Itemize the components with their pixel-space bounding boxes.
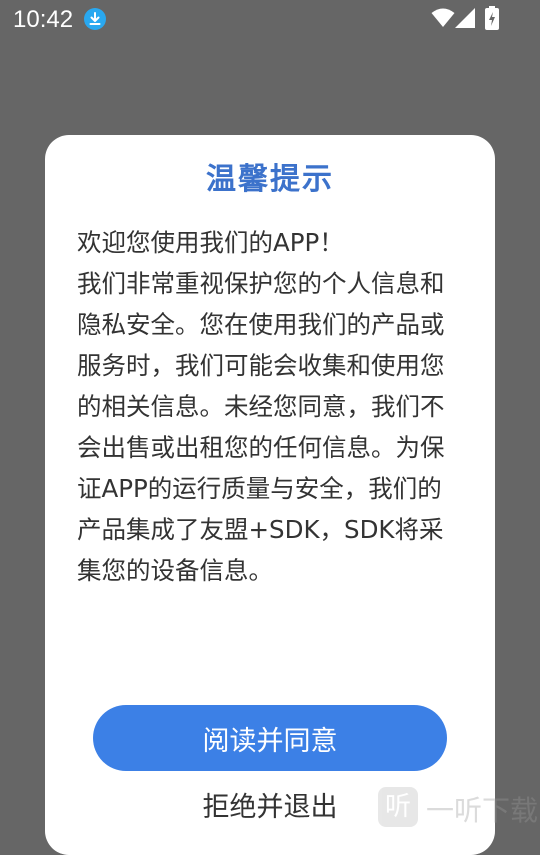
battery-icon — [485, 6, 499, 30]
agree-button[interactable]: 阅读并同意 — [93, 705, 447, 771]
wifi-icon — [431, 8, 455, 27]
download-icon — [84, 8, 106, 30]
watermark-logo-icon: 听 — [378, 787, 418, 827]
dialog-body-text: 欢迎您使用我们的APP！ 我们非常重视保护您的个人信息和隐私安全。您在使用我们的… — [77, 228, 445, 585]
status-time: 10:42 — [13, 6, 74, 33]
reject-button[interactable]: 拒绝并退出 — [170, 780, 370, 828]
signal-icon — [455, 8, 475, 28]
watermark: 听 一听下载 — [378, 785, 540, 829]
dialog-title: 温馨提示 — [206, 162, 334, 197]
status-bar: 10:42 — [0, 0, 540, 40]
watermark-text: 一听下载 — [426, 794, 539, 827]
